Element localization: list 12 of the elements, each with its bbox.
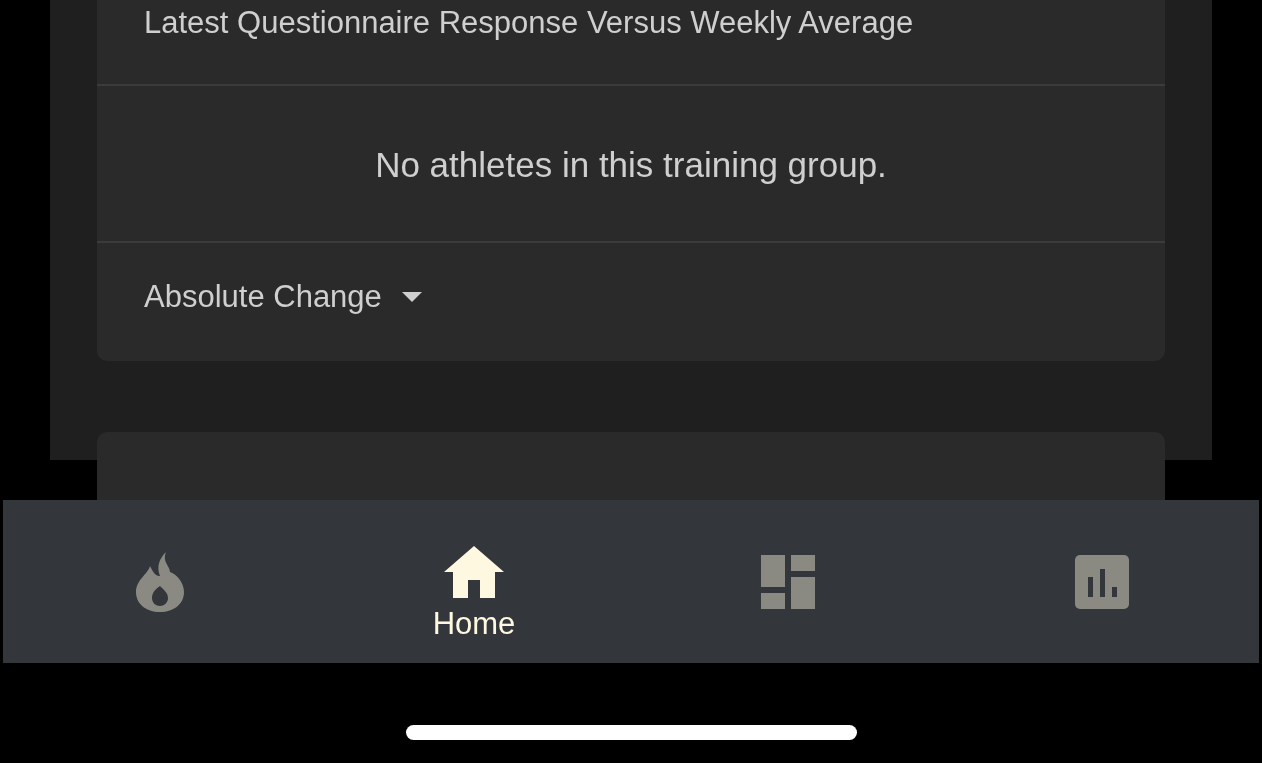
card-title: Latest Questionnaire Response Versus Weekly Average <box>97 0 1165 86</box>
home-icon <box>444 545 504 598</box>
flame-icon <box>136 551 184 612</box>
nav-tab[interactable]: Home <box>432 545 516 642</box>
dashboard-icon <box>761 554 815 609</box>
nav-tab[interactable] <box>1075 554 1129 609</box>
bar-chart-icon <box>1075 554 1129 609</box>
change-dropdown[interactable]: Absolute Change <box>144 279 422 315</box>
nav-tab[interactable] <box>136 551 184 612</box>
empty-message: No athletes in this training group. <box>97 86 1165 243</box>
caret-icon <box>401 292 422 302</box>
nav-tab[interactable] <box>761 554 815 609</box>
